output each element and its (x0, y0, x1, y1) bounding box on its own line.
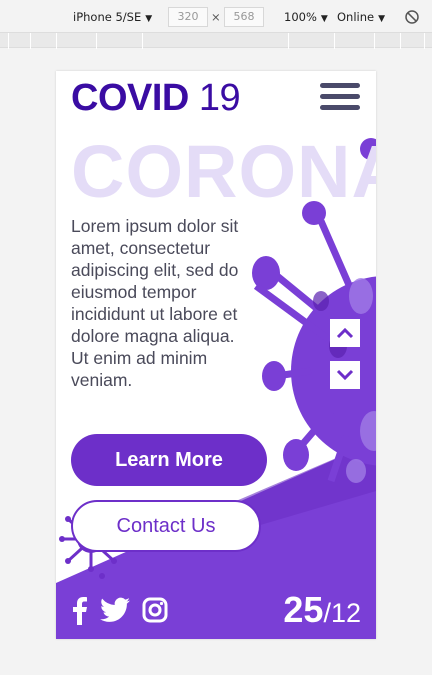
contact-us-button[interactable]: Contact Us (71, 500, 261, 552)
devtools-bar: iPhone 5/SE ▼ 320 × 568 100% ▼ Online ▼ (0, 0, 432, 50)
device-select[interactable]: iPhone 5/SE ▼ (73, 9, 152, 25)
slider-controls (330, 319, 360, 403)
network-select[interactable]: Online ▼ (337, 9, 385, 25)
height-input[interactable]: 568 (224, 7, 264, 27)
date-display: 25/12 (283, 589, 361, 631)
chevron-down-icon: ▼ (320, 14, 328, 24)
logo-bold-text: COVID (71, 77, 189, 119)
learn-more-button[interactable]: Learn More (71, 434, 267, 486)
device-name: iPhone 5/SE (73, 10, 142, 24)
device-toolbar: iPhone 5/SE ▼ 320 × 568 100% ▼ Online ▼ (0, 0, 432, 32)
width-input[interactable]: 320 (168, 7, 208, 27)
chevron-down-icon: ▼ (145, 14, 153, 24)
arrow-up-icon[interactable] (330, 319, 360, 347)
intro-paragraph: Lorem ipsum dolor sit amet, consectetur … (71, 216, 239, 390)
logo-light-text: 19 (198, 77, 241, 119)
site-logo[interactable]: COVID 19 (71, 77, 241, 120)
instagram-icon[interactable] (142, 597, 168, 623)
facebook-icon[interactable] (70, 595, 88, 625)
date-month: /12 (323, 598, 361, 628)
zoom-value: 100% (284, 10, 317, 24)
social-links (70, 595, 168, 625)
chevron-down-icon: ▼ (378, 14, 386, 24)
twitter-icon[interactable] (100, 597, 130, 623)
menu-icon[interactable] (320, 83, 362, 111)
block-icon[interactable] (404, 9, 420, 25)
network-value: Online (337, 10, 375, 24)
media-query-ruler[interactable] (0, 32, 432, 49)
dimension-separator: × (211, 10, 221, 24)
arrow-down-icon[interactable] (330, 361, 360, 389)
hero-background-word: CORONA (71, 130, 376, 213)
device-viewport: COVID 19 CORONA Lorem ipsum dolor sit am… (56, 71, 376, 639)
date-day: 25 (283, 589, 324, 630)
zoom-select[interactable]: 100% ▼ (284, 9, 328, 25)
